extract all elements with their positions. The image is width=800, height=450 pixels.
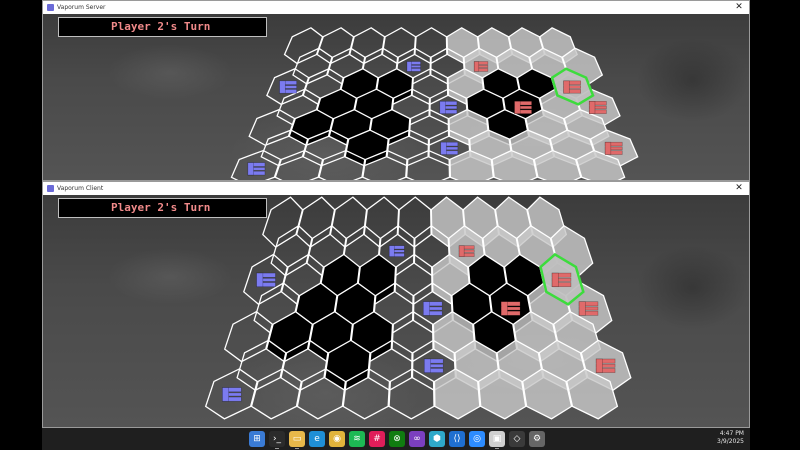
player1-unit[interactable] <box>422 301 443 316</box>
server-hex-board[interactable] <box>43 14 749 180</box>
player2-unit[interactable] <box>563 80 581 94</box>
player2-unit[interactable] <box>588 101 607 114</box>
vscode-icon[interactable]: ⟨⟩ <box>449 431 465 447</box>
client-titlebar[interactable]: Vaporum Client ✕ <box>43 182 749 195</box>
client-hex-board[interactable] <box>43 195 749 427</box>
client-game-viewport[interactable]: Player 2's Turn <box>43 195 749 427</box>
spotify-icon[interactable]: ≋ <box>349 431 365 447</box>
right-letterbox <box>750 0 800 450</box>
client-close-button[interactable]: ✕ <box>733 182 745 195</box>
client-window-title: Vaporum Client <box>57 185 104 192</box>
app-icon <box>47 185 54 192</box>
player1-unit[interactable] <box>247 162 266 176</box>
player2-unit[interactable] <box>551 272 572 288</box>
player2-unit[interactable] <box>604 141 623 155</box>
file-explorer-icon[interactable]: ▭ <box>289 431 305 449</box>
player1-unit[interactable] <box>222 387 242 402</box>
player2-unit[interactable] <box>514 101 532 114</box>
vaporum-icon[interactable]: ▣ <box>489 431 505 449</box>
windows-taskbar: ⊞ ›_ ▭ e ◉ ≋ # ⊗ ∞ ⬢ ⟨⟩ ◎ ▣ ◇ ⚙ 4:47 PM 3/9/2025 <box>42 428 750 450</box>
unity-icon[interactable]: ◇ <box>509 431 525 447</box>
hex-app-icon[interactable]: ⬢ <box>429 431 445 447</box>
player1-unit[interactable] <box>440 141 459 155</box>
server-titlebar[interactable]: Vaporum Server ✕ <box>43 1 749 14</box>
left-letterbox <box>0 0 42 450</box>
settings-icon[interactable]: ⚙ <box>529 431 545 447</box>
chrome-icon[interactable]: ◉ <box>329 431 345 447</box>
player2-unit[interactable] <box>578 301 599 316</box>
clock-date: 3/9/2025 <box>717 438 744 445</box>
app-icon <box>47 4 54 11</box>
player1-unit[interactable] <box>423 358 444 373</box>
server-window-title: Vaporum Server <box>57 4 106 11</box>
client-turn-banner: Player 2's Turn <box>58 198 267 218</box>
player1-unit[interactable] <box>406 61 421 72</box>
server-turn-banner: Player 2's Turn <box>58 17 267 37</box>
player2-unit[interactable] <box>458 245 475 257</box>
player1-unit[interactable] <box>279 80 297 94</box>
server-close-button[interactable]: ✕ <box>733 1 745 14</box>
edge-icon[interactable]: e <box>309 431 325 447</box>
windows-start-icon[interactable]: ⊞ <box>249 431 265 447</box>
visual-studio-icon[interactable]: ∞ <box>409 431 425 447</box>
slack-icon[interactable]: # <box>369 431 385 447</box>
player1-unit[interactable] <box>256 272 276 288</box>
taskbar-icons: ⊞ ›_ ▭ e ◉ ≋ # ⊗ ∞ ⬢ ⟨⟩ ◎ ▣ ◇ ⚙ <box>249 431 545 449</box>
xbox-icon[interactable]: ⊗ <box>389 431 405 447</box>
player1-unit[interactable] <box>439 101 458 114</box>
system-clock[interactable]: 4:47 PM 3/9/2025 <box>717 430 744 446</box>
player2-unit[interactable] <box>473 61 489 72</box>
server-window: Vaporum Server ✕ Player 2's Turn <box>42 0 750 181</box>
player1-unit[interactable] <box>388 245 405 257</box>
clock-time: 4:47 PM <box>719 430 744 437</box>
client-window: Vaporum Client ✕ Player 2's Turn <box>42 181 750 428</box>
terminal-icon[interactable]: ›_ <box>269 431 285 449</box>
zoom-icon[interactable]: ◎ <box>469 431 485 447</box>
player2-unit[interactable] <box>500 301 521 316</box>
server-game-viewport[interactable]: Player 2's Turn <box>43 14 749 180</box>
player2-unit[interactable] <box>595 358 616 373</box>
